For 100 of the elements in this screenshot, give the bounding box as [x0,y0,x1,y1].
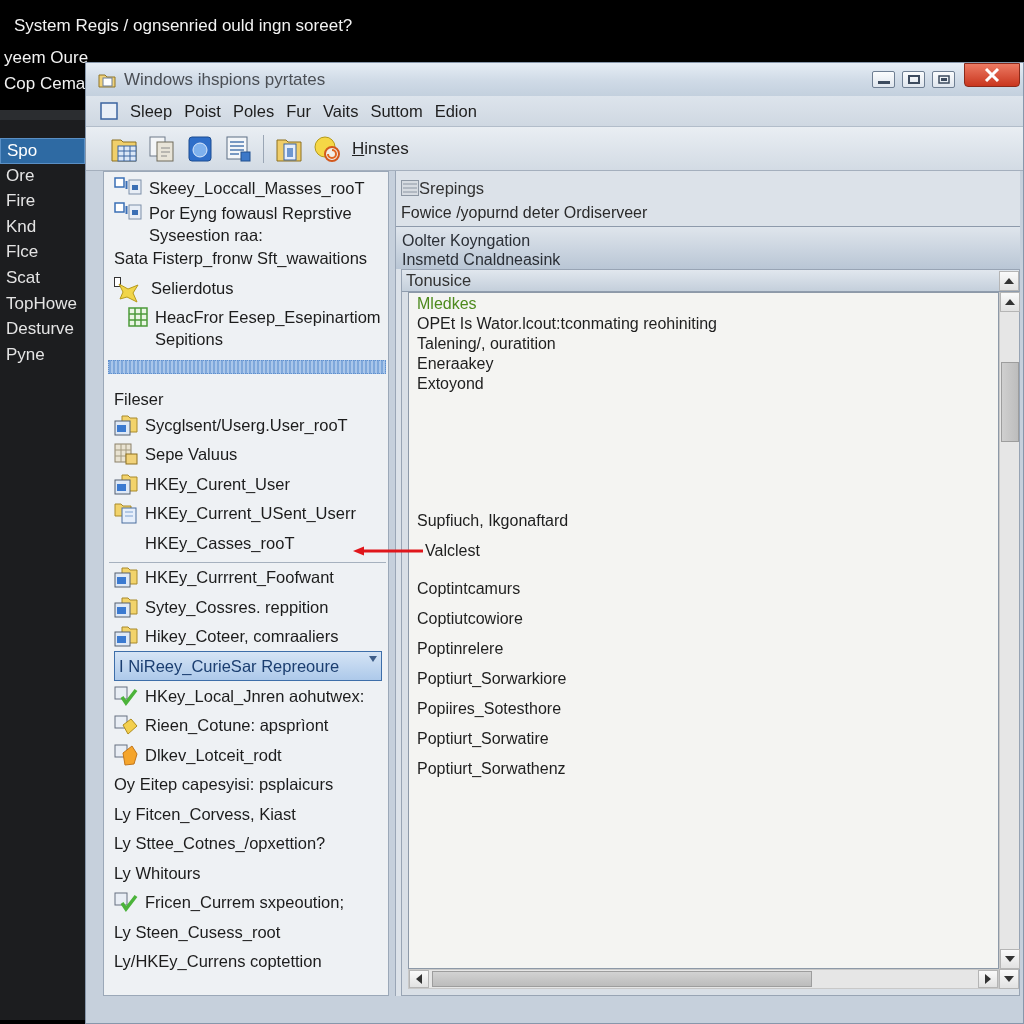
menu-item[interactable]: Poist [184,98,221,124]
tree-item[interactable]: Dlkev_Lotceit_rodt [104,740,388,770]
detail-line: Popiires_Sotesthore [417,699,563,719]
menu-item[interactable]: Edion [434,98,477,124]
tree-item[interactable]: I NiReey_CurieSar Repreoure [114,651,382,681]
tree-item[interactable]: HKEy_Current_USent_Userr [104,498,388,528]
tree-item[interactable]: Ly Sttee_Cotnes_/opxettion? [104,828,388,858]
menu-item[interactable]: Poles [232,98,275,124]
detail-line: Poptiurt_Sorwarkiore [417,669,568,689]
tree-item[interactable]: Oy Eitep capesyisi: psplaicurs [104,769,388,799]
triangle-up-icon [1004,277,1014,284]
circle-tile-icon[interactable] [187,135,213,162]
tree-item[interactable]: Selierdotus [104,277,388,305]
checkmark-icon [114,892,138,913]
sidebar-item[interactable]: TopHowe [0,291,85,318]
folder-icon [114,472,138,495]
tree-item[interactable]: HKEy_Curent_User [104,469,388,499]
square-icon [100,102,118,120]
close-icon [984,68,1000,82]
tree-item[interactable]: Ly Whitours [104,858,388,888]
tree-item[interactable]: Hikey_Coteer, comraaliers [104,621,388,651]
scrollbar-thumb[interactable] [432,971,812,987]
sidebar-item[interactable]: Ore [0,163,85,190]
detail-line: Poptinrelere [417,639,505,659]
detail-line: Valclest [417,536,990,566]
window-pair-icon [114,202,142,220]
tree-item[interactable]: Sycglsent/Userg.User_rooT [104,410,388,440]
tree-item[interactable]: Sytey_Cossres. reppition [104,592,388,622]
scroll-down-button[interactable] [1000,949,1020,969]
group-label: Insmetd Cnaldneasink [402,250,562,269]
detail-line: OPEt Is Wator.lcout:tconmating reohiniting [417,314,718,334]
document-folder-icon [114,502,138,525]
menu-item[interactable]: Fur [286,98,311,124]
tree-item[interactable]: Fricen_Currem sxpeoution; [104,887,388,917]
group-label: Oolter Koyngation [402,231,532,250]
folder-icon [114,413,138,436]
triangle-down-icon [1004,976,1014,982]
desktop-text: System Regis / ognsenried ould ingn soreet? [14,16,353,37]
restore-button[interactable] [932,71,955,88]
detail-line: Talening/, ouratition [417,334,557,354]
detail-line: Coptintcamurs [417,579,522,599]
scrollbar-thumb[interactable] [1001,362,1019,442]
close-button[interactable] [964,63,1020,87]
tree-item[interactable]: HeacFror Eesep_Esepinartiom Sepitions [104,306,388,350]
window-title: Windows ihspions pyrtates [124,68,326,91]
tree-item[interactable]: HKEy_Currrent_Foofwant [104,562,388,592]
scroll-up-button[interactable] [999,270,1019,291]
table-icon [128,307,148,327]
maximize-button[interactable] [902,71,925,88]
sidebar-item[interactable]: Flce [0,240,85,266]
minimize-button[interactable] [872,71,895,88]
sidebar-item[interactable]: Spo [0,138,85,164]
detail-line: Poptiurt_Sorwatire [417,729,550,749]
sidebar-item[interactable]: Scat [0,265,85,292]
scroll-up-button[interactable] [1000,292,1020,312]
tree-item[interactable]: HKEy_Casses_rooT [104,528,388,558]
tree-item[interactable]: Ly Steen_Cusess_root [104,917,388,947]
menu-item[interactable]: Vaits [322,98,359,124]
tree-item[interactable]: Sata Fisterp_fronw Sft_wawaitions [104,247,388,271]
pentagon-icon [114,743,138,766]
sidebar-item[interactable]: Desturve [0,317,85,343]
scroll-right-button[interactable] [978,970,998,988]
form-icon[interactable] [225,135,251,162]
folder-icon [98,71,116,88]
triangle-up-icon [1005,299,1015,305]
caret-icon [369,656,377,662]
menu-item[interactable]: Sleep [130,98,173,124]
tree-item[interactable]: Rieen_Cotune: apsprìont [104,710,388,740]
details-heading: Srepings [419,177,485,199]
tree-item[interactable]: Sepe Valuus [104,439,388,469]
desktop-text: Cop Cema [3,73,85,95]
tree-item[interactable]: HKey_Local_Jnren aohutwex: [104,681,388,711]
sidebar-item[interactable]: Knd [0,214,85,241]
sidebar-item[interactable]: Pyne [0,342,85,369]
tree-item[interactable]: Skeey_Loccall_Masses_rooT [104,177,388,201]
window-pair-icon [114,177,142,195]
triangle-left-icon [416,974,422,984]
swirl-badge-icon[interactable] [314,135,340,162]
menu-item[interactable]: Suttom [370,98,423,124]
sidebar-item[interactable]: Fire [0,189,85,215]
folder-icon [114,566,138,589]
detail-line: Poptiurt_Sorwathenz [417,759,567,779]
folder-icon [114,625,138,648]
tree-heading: Fileser [113,389,165,410]
checkmark-icon [114,685,138,706]
detail-line: Supfiuch, Ikgonaftard [417,511,570,531]
scroll-down-button[interactable] [999,969,1019,989]
maximize-icon [907,75,920,84]
toolbar-button[interactable]: Hinstes [352,135,409,162]
tree-item[interactable]: Ly Fitcen_Corvess, Kiast [104,799,388,829]
tree-item[interactable]: Ly/HKEy_Currens coptettion [104,946,388,976]
tree-item[interactable]: Por Eyng fowausl Reprstive Syseestion raa: [104,202,388,246]
grid-document-icon [114,443,138,466]
detail-line: Extoyond [417,374,485,394]
restore-icon [937,75,950,84]
scroll-left-button[interactable] [409,970,429,988]
path-text: Fowice /yopurnd deter Ordiserveer [400,203,649,223]
folder-icon [114,595,138,618]
detail-line: Coptiutcowiore [417,609,524,629]
list-title: Tonusice [405,270,473,292]
